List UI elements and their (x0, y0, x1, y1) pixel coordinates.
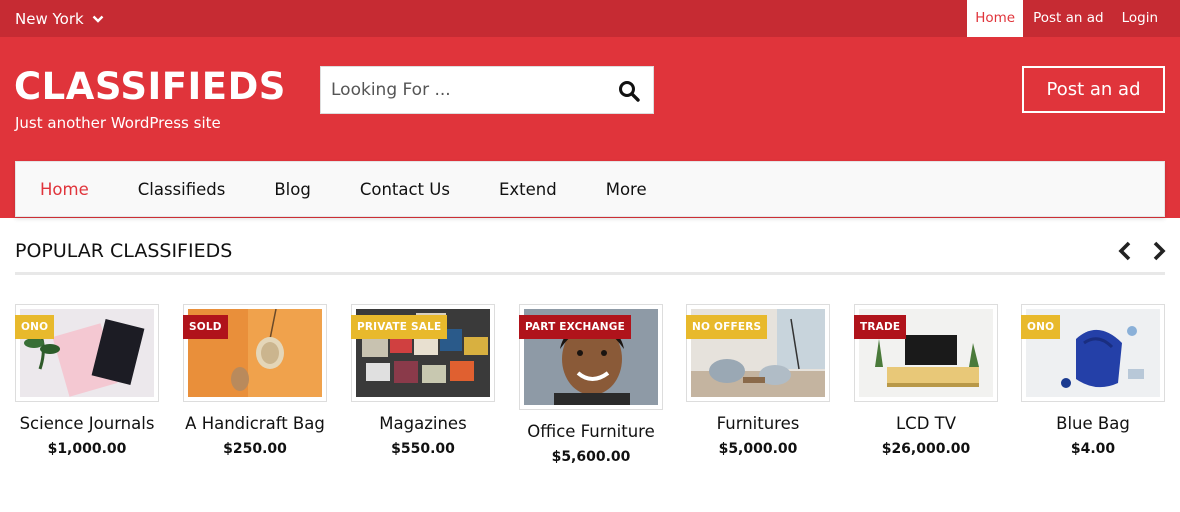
listing-badge: PRIVATE SALE (351, 315, 448, 339)
classified-card[interactable]: ONO Blue Bag $4.00 (1021, 304, 1165, 457)
listing-thumbnail[interactable]: TRADE (854, 304, 998, 402)
listing-thumbnail[interactable]: NO OFFERS (686, 304, 830, 402)
section-divider (15, 272, 1165, 275)
listing-thumbnail[interactable]: PART EXCHANGE (519, 304, 663, 410)
listing-badge: SOLD (183, 315, 228, 339)
listing-price: $5,000.00 (718, 441, 798, 457)
listing-price: $5,600.00 (551, 449, 631, 465)
listing-title[interactable]: LCD TV (854, 414, 998, 433)
nav-item-more[interactable]: More (606, 180, 647, 199)
chevron-right-icon[interactable] (1150, 240, 1168, 262)
chevron-down-icon (92, 15, 104, 23)
listing-price: $4.00 (1070, 441, 1116, 457)
top-link-login[interactable]: Login (1114, 0, 1166, 37)
top-link-post-ad[interactable]: Post an ad (1025, 0, 1112, 37)
carousel-controls (1116, 240, 1168, 262)
main-nav: Home Classifieds Blog Contact Us Extend … (15, 161, 1165, 217)
nav-item-extend[interactable]: Extend (499, 180, 557, 199)
listing-badge: ONO (15, 315, 55, 339)
listing-price: $550.00 (391, 441, 455, 457)
listing-title[interactable]: Blue Bag (1021, 414, 1165, 433)
section-title: POPULAR CLASSIFIEDS (15, 240, 233, 262)
top-bar: New York Home Post an ad Login (0, 0, 1180, 37)
classified-card[interactable]: ONO Science Journals $1,000.00 (15, 304, 159, 457)
listing-title[interactable]: Magazines (351, 414, 495, 433)
nav-item-classifieds[interactable]: Classifieds (138, 180, 226, 199)
listing-title[interactable]: Office Furniture (519, 422, 663, 441)
classified-card[interactable]: PART EXCHANGE Office Furniture $5,600.00 (519, 304, 663, 465)
listing-thumbnail[interactable]: SOLD (183, 304, 327, 402)
listing-title[interactable]: Furnitures (686, 414, 830, 433)
classified-card[interactable]: SOLD A Handicraft Bag $250.00 (183, 304, 327, 457)
listing-badge: ONO (1021, 315, 1061, 339)
site-tagline: Just another WordPress site (15, 114, 221, 132)
listing-price: $250.00 (223, 441, 287, 457)
listing-thumbnail[interactable]: ONO (1021, 304, 1165, 402)
listing-thumbnail[interactable]: PRIVATE SALE (351, 304, 495, 402)
city-selector[interactable]: New York (15, 0, 104, 37)
nav-item-blog[interactable]: Blog (274, 180, 310, 199)
listing-title[interactable]: Science Journals (15, 414, 159, 433)
site-logo[interactable]: CLASSIFIEDS (14, 65, 286, 108)
listing-thumbnail[interactable]: ONO (15, 304, 159, 402)
listing-badge: NO OFFERS (686, 315, 768, 339)
nav-item-home[interactable]: Home (40, 180, 89, 199)
listing-badge: TRADE (854, 315, 907, 339)
search-box (320, 66, 654, 114)
classified-card[interactable]: NO OFFERS Furnitures $5,000.00 (686, 304, 830, 457)
city-label: New York (15, 9, 84, 28)
post-ad-button[interactable]: Post an ad (1022, 66, 1165, 113)
top-link-home[interactable]: Home (967, 0, 1024, 37)
classified-card[interactable]: PRIVATE SALE Magazines $550.00 (351, 304, 495, 457)
nav-item-contact-us[interactable]: Contact Us (360, 180, 450, 199)
top-links: Home Post an ad Login (967, 0, 1166, 37)
listing-title[interactable]: A Handicraft Bag (183, 414, 327, 433)
listing-badge: PART EXCHANGE (519, 315, 631, 339)
search-icon[interactable] (617, 79, 641, 103)
chevron-left-icon[interactable] (1116, 240, 1134, 262)
classified-card[interactable]: TRADE LCD TV $26,000.00 (854, 304, 998, 457)
listing-price: $1,000.00 (47, 441, 127, 457)
search-input[interactable] (321, 67, 601, 113)
listing-price: $26,000.00 (881, 441, 971, 457)
